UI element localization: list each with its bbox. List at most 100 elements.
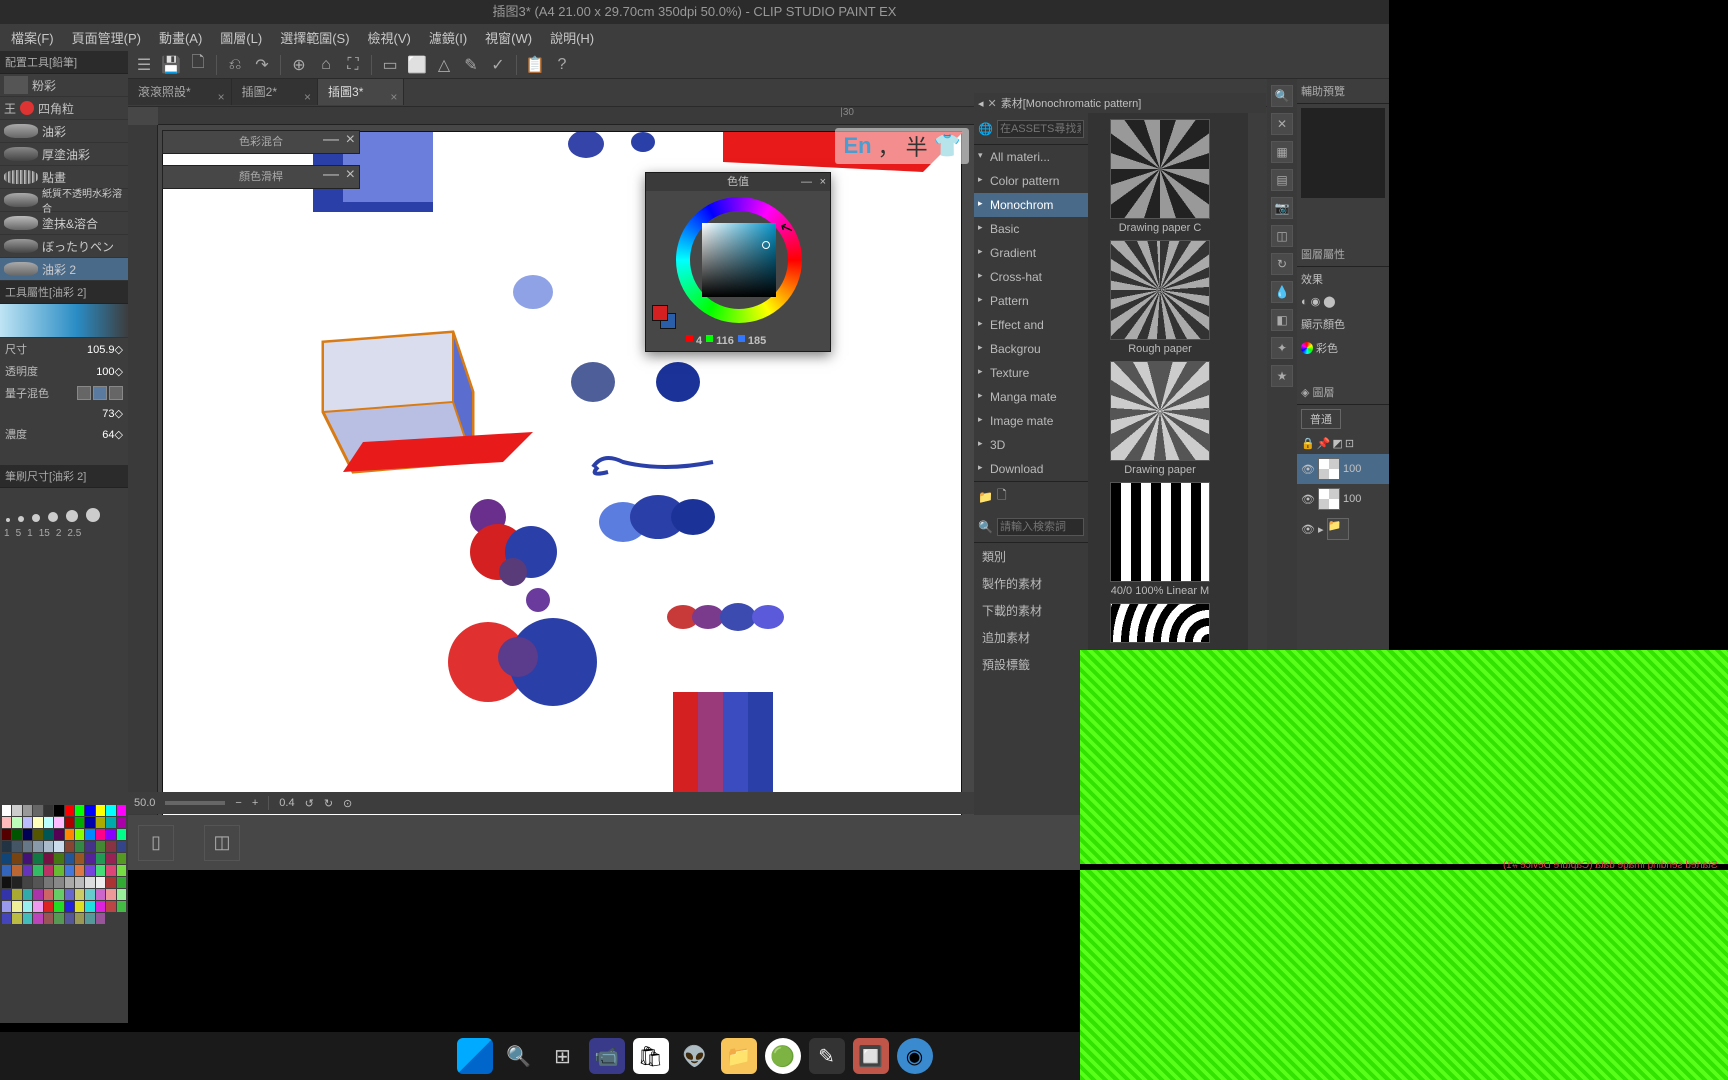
color-swatch[interactable]	[75, 841, 84, 852]
brush-item[interactable]: 塗抹&溶合	[0, 212, 128, 235]
menu-layer[interactable]: 圖層(L)	[211, 24, 271, 51]
material-tree-item[interactable]: Gradient	[974, 241, 1088, 265]
side-item[interactable]: 追加素材	[974, 624, 1088, 651]
nav-icon[interactable]: ◧	[1271, 309, 1293, 331]
color-swatch[interactable]	[33, 853, 42, 864]
zoom-value[interactable]: 50.0	[134, 797, 155, 809]
spread-icon[interactable]: ◫	[204, 825, 240, 861]
page-icon[interactable]: ▯	[138, 825, 174, 861]
save-icon[interactable]: 💾	[159, 53, 183, 77]
explorer-icon[interactable]: 📁	[721, 1038, 757, 1074]
color-swatch[interactable]	[85, 853, 94, 864]
color-swatch[interactable]	[117, 877, 126, 888]
material-tree-item[interactable]: Monochrom	[974, 193, 1088, 217]
menu-view[interactable]: 檢視(V)	[359, 24, 420, 51]
pin-icon[interactable]: 📌	[1317, 437, 1331, 450]
color-swatch[interactable]	[117, 841, 126, 852]
color-swatch[interactable]	[117, 805, 126, 816]
crop-icon[interactable]: ⛶	[341, 53, 365, 77]
minimize-icon[interactable]: —	[801, 173, 812, 191]
color-swatch[interactable]	[33, 913, 42, 924]
color-swatch[interactable]	[12, 841, 21, 852]
doc-tab[interactable]: 插圖2*×	[232, 79, 318, 105]
side-item[interactable]: 預設標籤	[974, 651, 1088, 678]
color-swatch[interactable]	[44, 805, 53, 816]
menu-help[interactable]: 說明(H)	[541, 24, 603, 51]
lock-icon[interactable]: 🔒	[1301, 437, 1315, 450]
color-swatch[interactable]	[96, 889, 105, 900]
color-swatch[interactable]	[65, 865, 74, 876]
side-item[interactable]: 製作的素材	[974, 570, 1088, 597]
chevron-right-icon[interactable]: ▸	[1318, 523, 1324, 536]
color-swatch[interactable]	[2, 913, 11, 924]
app-icon[interactable]: 🔲	[853, 1038, 889, 1074]
side-item[interactable]: 下載的素材	[974, 597, 1088, 624]
eye-icon[interactable]: 👁	[1301, 493, 1315, 506]
material-tree-item[interactable]: Color pattern	[974, 169, 1088, 193]
material-tree-item[interactable]: Cross-hat	[974, 265, 1088, 289]
color-swatch[interactable]	[106, 841, 115, 852]
color-swatch[interactable]	[54, 853, 63, 864]
side-item[interactable]: 類別	[974, 543, 1088, 570]
layer-row[interactable]: 👁 100	[1297, 484, 1389, 514]
color-swatch[interactable]	[2, 877, 11, 888]
minimize-icon[interactable]: —	[323, 131, 339, 149]
color-swatch[interactable]	[33, 901, 42, 912]
search-icon[interactable]: 🔍	[1271, 85, 1293, 107]
menu-filter[interactable]: 濾鏡(I)	[420, 24, 476, 51]
material-tree-item[interactable]: Manga mate	[974, 385, 1088, 409]
color-swatch[interactable]	[75, 901, 84, 912]
color-swatch[interactable]	[54, 901, 63, 912]
color-swatch[interactable]	[96, 913, 105, 924]
material-tree-item[interactable]: All materi...	[974, 145, 1088, 169]
color-swatch[interactable]	[75, 817, 84, 828]
csp-icon[interactable]: ✎	[809, 1038, 845, 1074]
colorful-row[interactable]: 彩色	[1297, 336, 1389, 360]
sv-square[interactable]	[702, 223, 776, 297]
material-search-input[interactable]	[997, 120, 1084, 138]
color-swatch[interactable]	[85, 889, 94, 900]
color-swatch[interactable]	[12, 817, 21, 828]
color-swatch[interactable]	[75, 853, 84, 864]
mode-btn[interactable]	[109, 386, 123, 400]
color-swatch[interactable]	[23, 877, 32, 888]
color-swatch[interactable]	[106, 901, 115, 912]
search-icon[interactable]: 🔍	[501, 1038, 537, 1074]
opacity-slider[interactable]: 透明度100◇	[0, 360, 128, 382]
color-swatch[interactable]	[33, 817, 42, 828]
color-swatch[interactable]	[2, 829, 11, 840]
menu-file[interactable]: 檔案(F)	[2, 24, 63, 51]
color-swatch[interactable]	[106, 877, 115, 888]
chrome-icon[interactable]: 🟢	[765, 1038, 801, 1074]
color-swatch[interactable]	[23, 805, 32, 816]
color-swatch[interactable]	[2, 865, 11, 876]
color-swatch[interactable]	[65, 913, 74, 924]
alien-icon[interactable]: 👽	[677, 1038, 713, 1074]
color-swatch[interactable]	[54, 913, 63, 924]
color-palette[interactable]	[0, 803, 128, 1023]
color-swatch[interactable]	[117, 817, 126, 828]
size-dot[interactable]	[86, 508, 100, 522]
color-swatch[interactable]	[65, 817, 74, 828]
dropper-icon[interactable]: 💧	[1271, 281, 1293, 303]
material-thumb[interactable]: Drawing paper	[1094, 361, 1226, 476]
color-swatch[interactable]	[75, 865, 84, 876]
color-swatch[interactable]	[12, 877, 21, 888]
color-swatch[interactable]	[2, 817, 11, 828]
color-swatch[interactable]	[96, 853, 105, 864]
brush-item[interactable]: 油彩	[0, 120, 128, 143]
color-slider-panel[interactable]: 顏色滑桿 — ×	[162, 165, 360, 189]
color-swatch[interactable]	[12, 889, 21, 900]
color-swatch[interactable]	[65, 853, 74, 864]
color-swatch[interactable]	[23, 817, 32, 828]
store-icon[interactable]: 🛍	[633, 1038, 669, 1074]
tri-icon[interactable]: △	[432, 53, 456, 77]
menu-anim[interactable]: 動畫(A)	[150, 24, 211, 51]
color-swatch[interactable]	[65, 901, 74, 912]
color-swatch[interactable]	[44, 841, 53, 852]
size-dot[interactable]	[18, 516, 24, 522]
rect-icon[interactable]: ▭	[378, 53, 402, 77]
color-swatch[interactable]	[117, 901, 126, 912]
color-swatch[interactable]	[33, 877, 42, 888]
redo-icon[interactable]: ↷	[250, 53, 274, 77]
